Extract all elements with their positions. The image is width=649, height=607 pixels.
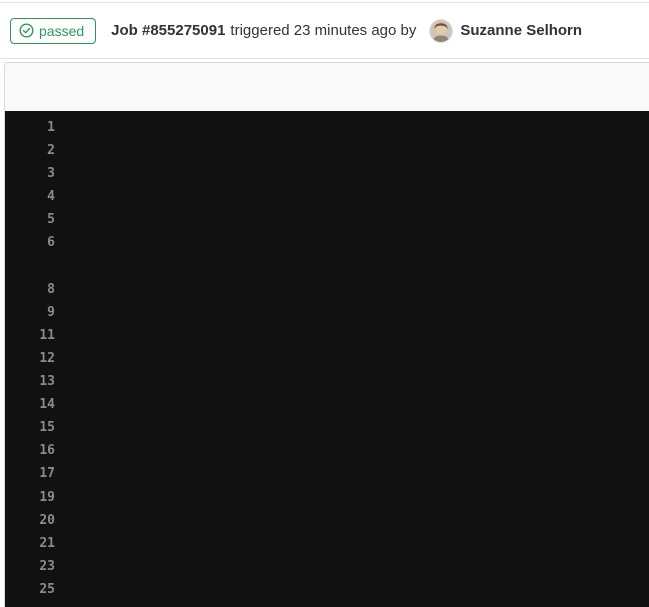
line-number[interactable]: 9 <box>5 301 55 324</box>
log-lines: 1 Running with gitlab-runner 13.6.0-rc1 … <box>5 116 649 601</box>
line-number[interactable]: 15 <box>5 416 55 439</box>
check-circle-icon <box>19 23 34 38</box>
user-name[interactable]: Suzanne Selhorn <box>460 22 582 39</box>
job-title: Job #855275091 triggered 23 minutes ago … <box>111 19 582 43</box>
line-number[interactable]: 20 <box>5 509 55 532</box>
line-number[interactable]: 25 <box>5 578 55 601</box>
log-line: 8 Preparing environment <box>5 278 649 301</box>
status-badge[interactable]: passed <box>10 18 96 44</box>
log-line: 14 Initialized empty Git repository in /… <box>5 393 649 416</box>
line-number[interactable]: 21 <box>5 532 55 555</box>
log-line: 17 Skipping Git submodules setup <box>5 462 649 485</box>
log-line: 1 Running with gitlab-runner 13.6.0-rc1 … <box>5 116 649 139</box>
line-number[interactable]: 3 <box>5 162 55 185</box>
log-line: 13 Fetching changes with git depth set t… <box>5 370 649 393</box>
line-number[interactable]: 23 <box>5 555 55 578</box>
line-number[interactable]: 12 <box>5 347 55 370</box>
line-number[interactable]: 11 <box>5 324 55 347</box>
line-number[interactable]: 14 <box>5 393 55 416</box>
log-line: 11 Getting source from Git repository <box>5 324 649 347</box>
line-number[interactable]: 13 <box>5 370 55 393</box>
avatar[interactable] <box>429 19 453 43</box>
line-number[interactable]: 8 <box>5 278 55 301</box>
log-line: 12 $ eval "$CI_PRE_CLONE_SCRIPT" <box>5 347 649 370</box>
line-number[interactable]: 4 <box>5 185 55 208</box>
job-header: passed Job #855275091 triggered 23 minut… <box>0 2 649 59</box>
log-toolbar-area <box>5 63 649 111</box>
status-badge-label: passed <box>39 23 84 39</box>
line-number[interactable]: 6 <box>5 231 55 254</box>
line-number[interactable]: 17 <box>5 462 55 485</box>
log-line: 6 Using docker image sha256:b7280b81558d… <box>5 231 649 254</box>
line-number[interactable]: 1 <box>5 116 55 139</box>
log-line: 25 Job succeeded <box>5 578 649 601</box>
log-line: 21 This job deploys something from the m… <box>5 532 649 555</box>
line-number[interactable]: 16 <box>5 439 55 462</box>
line-number[interactable]: 19 <box>5 486 55 509</box>
log-line: ed62cd60e4fb5bf4132943d6fa2688 ... <box>5 255 649 278</box>
job-triggered-text: triggered 23 minutes ago by <box>230 22 416 39</box>
job-log[interactable]: 1 Running with gitlab-runner 13.6.0-rc1 … <box>5 111 649 607</box>
line-number[interactable]: 2 <box>5 139 55 162</box>
log-line: 19 Executing "step_script" stage of the … <box>5 486 649 509</box>
log-line: 20 $ echo "This job deploys something fr… <box>5 509 649 532</box>
line-number[interactable]: 5 <box>5 208 55 231</box>
log-line: 16 Checking out 7353da73 as master... <box>5 439 649 462</box>
job-id: Job #855275091 <box>111 22 225 39</box>
log-line: 15 Created fresh repository. <box>5 416 649 439</box>
log-line: 23 Cleaning up file based variables <box>5 555 649 578</box>
log-line: 3 Preparing the "docker+machine" executo… <box>5 162 649 185</box>
log-line: 9 Running on runner-ed2dce3a-project-163… <box>5 301 649 324</box>
log-line: 2 on docker-auto-scale ed2dce3a <box>5 139 649 162</box>
log-line: 4 Using Docker executor with image ruby:… <box>5 185 649 208</box>
log-line: 5 Pulling docker image ruby:2.5 ... <box>5 208 649 231</box>
job-log-panel: 1 Running with gitlab-runner 13.6.0-rc1 … <box>4 62 649 607</box>
